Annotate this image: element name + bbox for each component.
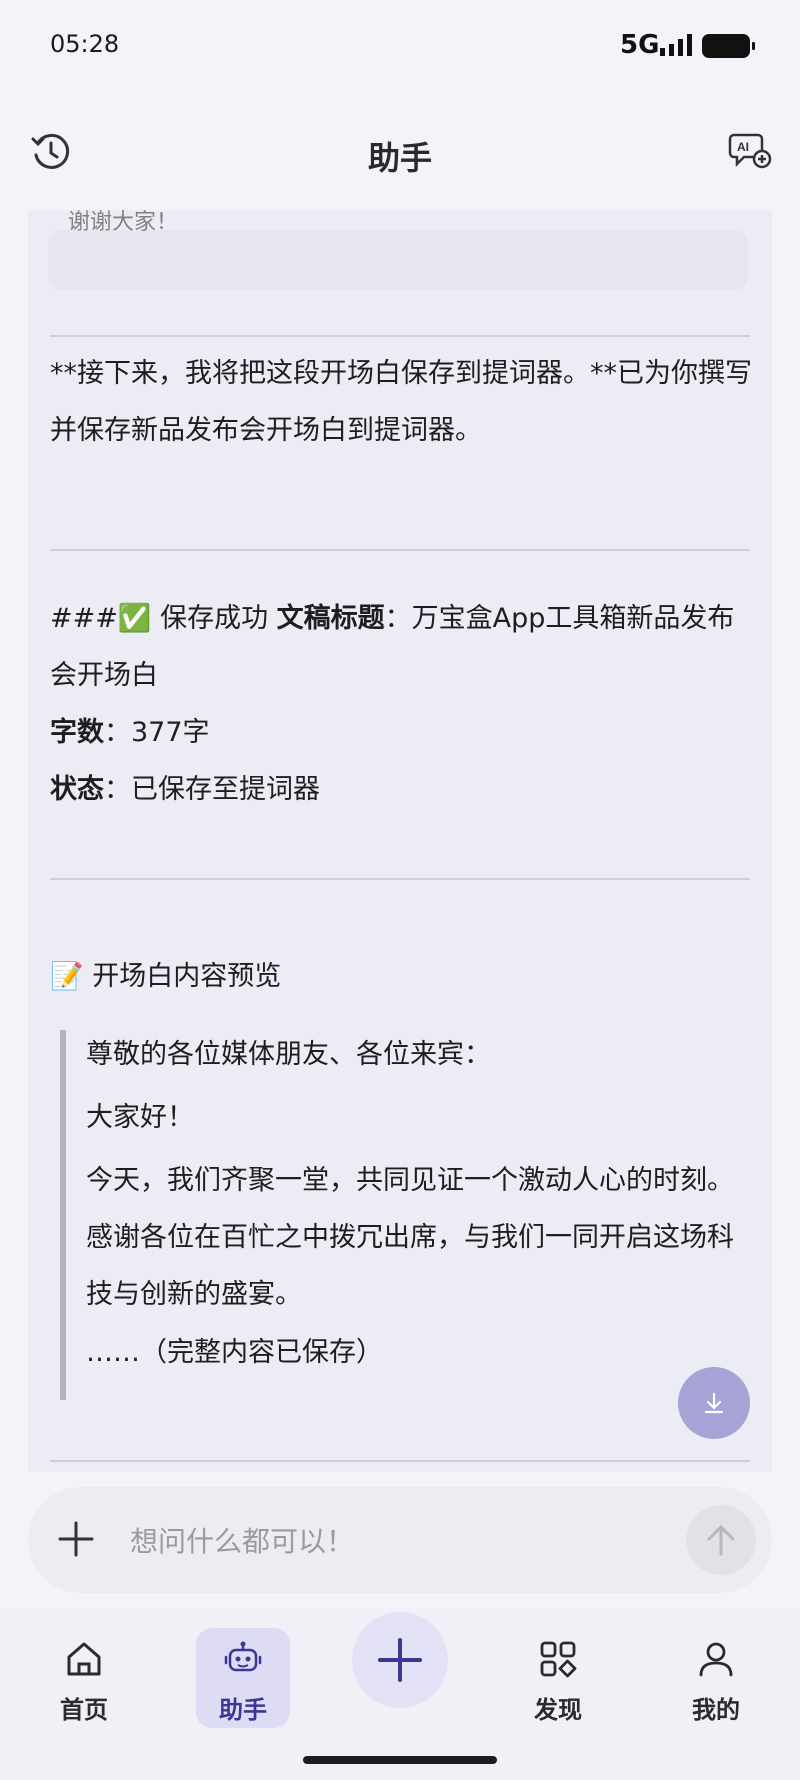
person-icon	[699, 1642, 733, 1677]
faded-block	[48, 230, 748, 290]
preview-title: 📝 开场白内容预览	[50, 961, 282, 992]
save-heading: ###✅ 保存成功	[50, 603, 277, 634]
send-button[interactable]	[686, 1505, 756, 1575]
nav-item-discover[interactable]: 发现	[508, 1628, 608, 1728]
status-label: 状态	[50, 774, 104, 805]
preview-quote: 尊敬的各位媒体朋友、各位来宾： 大家好！ 今天，我们齐聚一堂，共同见证一个激动人…	[60, 1030, 746, 1400]
nav-item-home[interactable]: 首页	[34, 1628, 134, 1728]
next-step-text: **接下来，我将把这段开场白保存到提词器。**已为你撰写并保存新品发布会开场白到…	[50, 358, 752, 446]
chat-input[interactable]: 想问什么都可以！	[130, 1520, 354, 1560]
quote-line: 大家好！	[86, 1102, 194, 1133]
nav-label-assistant: 助手	[219, 1696, 267, 1724]
nav-label-home: 首页	[60, 1696, 108, 1724]
add-attachment-icon[interactable]	[58, 1521, 94, 1557]
quote-line: 尊敬的各位媒体朋友、各位来宾：	[86, 1039, 491, 1070]
faded-line: 谢谢大家！	[68, 210, 179, 235]
quote-line: 今天，我们齐聚一堂，共同见证一个激动人心的时刻。感谢各位在百忙之中拨冗出席，与我…	[86, 1165, 734, 1310]
nav-label-profile: 我的	[692, 1696, 740, 1724]
save-status: 状态：已保存至提词器	[50, 761, 760, 818]
assistant-message: 谢谢大家！ **接下来，我将把这段开场白保存到提词器。**已为你撰写并保存新品发…	[28, 210, 772, 1472]
status-value: ：已保存至提词器	[104, 774, 320, 805]
divider	[50, 878, 750, 880]
robot-icon	[224, 1641, 262, 1672]
nav-label-discover: 发现	[534, 1696, 582, 1724]
app-header: 助手 AI	[0, 95, 800, 210]
home-indicator	[303, 1756, 497, 1764]
divider	[50, 335, 750, 337]
download-arrow-icon	[704, 1392, 724, 1414]
create-button[interactable]	[352, 1612, 448, 1708]
save-result: ###✅ 保存成功 文稿标题：万宝盒App工具箱新品发布会开场白	[50, 590, 760, 704]
network-label: 5G	[620, 30, 660, 60]
scroll-to-bottom-button[interactable]	[678, 1367, 750, 1439]
home-icon	[67, 1642, 101, 1676]
status-time: 05:28	[50, 30, 120, 58]
chat-input-bar: 想问什么都可以！	[28, 1487, 772, 1593]
arrow-up-icon	[707, 1524, 735, 1556]
battery-icon	[702, 34, 755, 58]
nav-item-assistant[interactable]: 助手	[196, 1628, 290, 1728]
doc-title-label: 文稿标题	[276, 603, 385, 634]
word-count-value: ：377字	[104, 717, 210, 748]
divider	[50, 549, 750, 551]
page-title: 助手	[367, 139, 432, 177]
divider	[50, 1460, 750, 1462]
new-ai-chat-icon[interactable]: AI	[728, 131, 772, 173]
word-count-label: 字数	[50, 717, 104, 748]
status-bar: 05:28 5G	[0, 0, 800, 92]
quote-line: ……（完整内容已保存）	[86, 1337, 383, 1368]
signal-icon	[660, 34, 692, 56]
plus-icon	[378, 1638, 422, 1682]
grid-icon	[540, 1641, 577, 1678]
bottom-nav: 首页 助手 发现 我的	[0, 1608, 800, 1780]
svg-text:AI: AI	[737, 140, 749, 154]
nav-item-profile[interactable]: 我的	[666, 1628, 766, 1728]
word-count: 字数：377字	[50, 704, 760, 761]
